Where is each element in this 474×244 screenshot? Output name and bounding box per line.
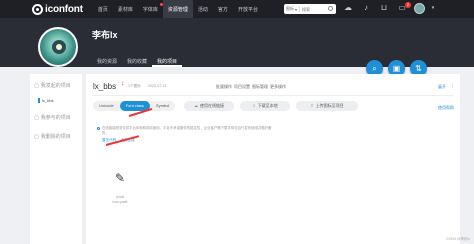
search-scope-label: 图标 xyxy=(286,6,294,11)
top-navigation-bar: iconfont 首页 素材库 字体库 资源管理 活动 官方 开放平台 图标 ▾ … xyxy=(0,0,474,18)
sidebar-item-label: 我删除的项目 xyxy=(40,134,71,140)
icon-code-label: icon-pnaft xyxy=(112,200,128,204)
logo-text: iconfont xyxy=(45,3,83,15)
sidebar-item-participated[interactable]: ▢ 我参与的项目 xyxy=(34,114,71,122)
batch-operation-link[interactable]: 批量操作 xyxy=(216,84,232,90)
edit-pencil-icon[interactable]: ↓ xyxy=(121,80,125,87)
icon-management-link[interactable]: 图标管理 xyxy=(252,84,268,90)
download-icon: ⇩ xyxy=(252,103,256,108)
bell-icon[interactable]: ♪ xyxy=(361,3,371,13)
sidebar-item-label: 我参与的项目 xyxy=(40,115,71,121)
project-main-panel: lx_bbs ↓ 1个图标 2023-07-13 批量操作 项目设置 图标管理 … xyxy=(86,74,460,244)
nav-resource-management[interactable]: 资源管理 xyxy=(162,0,193,18)
more-operations-link[interactable]: 更多操作 xyxy=(270,84,286,90)
help-link[interactable]: 使用帮助 xyxy=(438,105,454,111)
nav-activities[interactable]: 活动 xyxy=(193,0,213,18)
search-icon[interactable] xyxy=(328,6,333,11)
upload-icons-button[interactable]: ⇧ 上传图标至项目 xyxy=(296,101,358,111)
tab-my-favorites[interactable]: 我的收藏 xyxy=(122,56,152,67)
nav-materials[interactable]: 素材库 xyxy=(113,0,138,18)
nav-open-platform[interactable]: 开放平台 xyxy=(233,0,263,18)
chevron-down-icon[interactable]: ▾ xyxy=(428,3,438,13)
logo-mark-icon xyxy=(32,3,43,15)
sidebar-item-label: 我发起的项目 xyxy=(40,83,71,89)
upload-icon: ⇧ xyxy=(310,103,314,108)
project-date: 2023-07-13 xyxy=(148,84,167,88)
project-icon-count: 1个图标 xyxy=(128,84,141,88)
cloud-icon: ☁ xyxy=(194,103,198,108)
project-settings-link[interactable]: 项目设置 xyxy=(234,84,250,90)
tab-symbol[interactable]: Symbol xyxy=(150,101,175,111)
folder-plus-icon: ▣ xyxy=(392,64,401,73)
sidebar-project-lx-bbs[interactable]: lx_bbs xyxy=(38,98,54,103)
csdn-watermark: CSDN @李布lx xyxy=(446,237,470,241)
avatar-figure xyxy=(52,40,66,54)
expand-link[interactable]: 展开 xyxy=(438,84,446,90)
upload-icons-label: 上传图标至项目 xyxy=(315,103,344,108)
nav-fonts-label: 字体库 xyxy=(142,6,158,13)
online-link-label: 使用在线链接 xyxy=(200,103,224,108)
header-divider xyxy=(92,95,454,96)
upload-cloud-icon[interactable]: ☁ xyxy=(343,3,353,13)
sidebar-item-deleted[interactable]: ▢ 我删除的项目 xyxy=(34,133,71,141)
profile-avatar xyxy=(38,27,78,67)
swap-icon: ⇅ xyxy=(415,64,422,73)
nav-official[interactable]: 官方 xyxy=(213,0,233,18)
sidebar-item-initiated[interactable]: ▢ 我发起的项目 xyxy=(34,82,71,90)
nav-fonts[interactable]: 字体库 xyxy=(138,0,163,18)
search-scope-select[interactable]: 图标 ▾ xyxy=(286,6,301,12)
chevron-down-icon: ▾ xyxy=(295,6,298,12)
iconfont-logo[interactable]: iconfont xyxy=(32,3,83,15)
search-icon: ⌕ xyxy=(372,64,377,73)
grid-view-icon[interactable]: ⋮ xyxy=(450,83,455,89)
profile-tabs: 我的资源 我的收藏 我的项目 xyxy=(92,56,183,67)
nav-home[interactable]: 首页 xyxy=(93,0,113,18)
notification-badge: 2 xyxy=(405,2,411,8)
user-avatar-small[interactable] xyxy=(414,3,425,14)
profile-username: 李布lx xyxy=(92,30,118,40)
main-nav: 首页 素材库 字体库 资源管理 活动 官方 开放平台 xyxy=(93,0,263,18)
tab-unicode[interactable]: Unicode xyxy=(93,101,120,111)
format-switcher: Unicode Font class Symbol xyxy=(93,101,176,111)
online-link-notice: 在线链接服务仅供平台体验和调试使用，平台不承诺服务的稳定性，企业客户需下载字体包… xyxy=(102,126,272,135)
cart-icon[interactable]: ⊔ xyxy=(379,3,389,13)
folder-icon: ▢ xyxy=(34,82,39,89)
icon-pnaft-glyph[interactable]: ✎ xyxy=(112,170,128,186)
download-local-label: 下载至本地 xyxy=(257,103,278,108)
project-title: lx_bbs xyxy=(93,82,117,91)
search-box[interactable]: 图标 ▾ xyxy=(284,4,336,14)
project-sidebar: ▢ 我发起的项目 lx_bbs ▢ 我参与的项目 ▢ 我删除的项目 xyxy=(30,74,82,244)
folder-icon: ▢ xyxy=(34,114,39,121)
download-local-button[interactable]: ⇩ 下载至本地 xyxy=(240,101,290,111)
online-link-button[interactable]: ☁ 使用在线链接 xyxy=(184,101,234,111)
tab-my-resources[interactable]: 我的资源 xyxy=(92,56,122,67)
trash-icon: ▢ xyxy=(34,133,39,140)
icon-pnaft-labels: pnaft icon-pnaft xyxy=(106,195,134,205)
tab-my-projects[interactable]: 我的项目 xyxy=(152,56,183,67)
